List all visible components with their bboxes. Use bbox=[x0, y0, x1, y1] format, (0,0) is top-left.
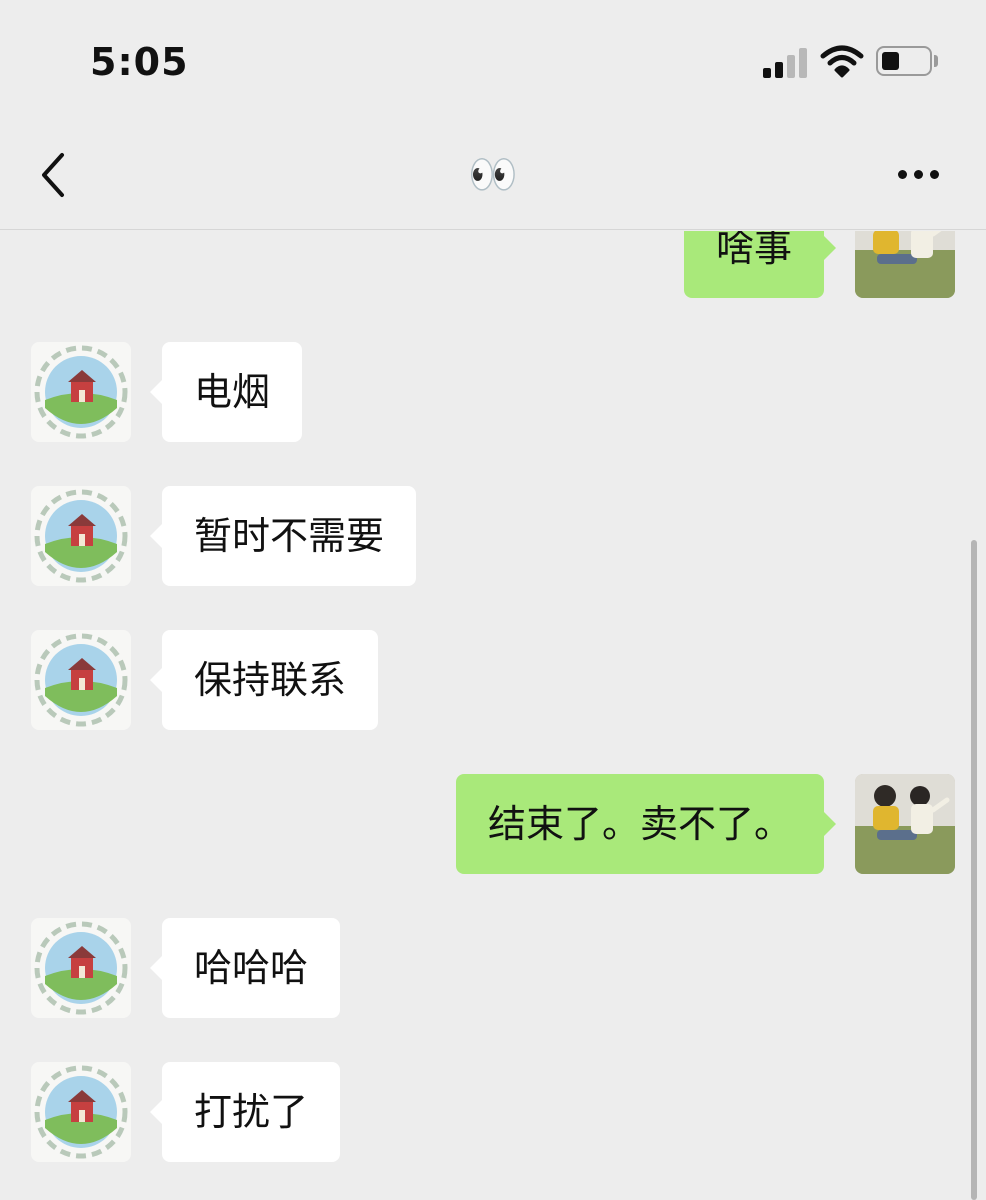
self-avatar[interactable] bbox=[855, 231, 955, 298]
message-bubble-other[interactable]: 哈哈哈 bbox=[149, 918, 341, 1018]
battery-icon bbox=[876, 46, 938, 76]
chat-title: 👀 bbox=[468, 152, 518, 198]
message-row-self: 啥事 bbox=[0, 231, 986, 298]
cellular-signal-icon bbox=[763, 48, 809, 78]
message-bubble-other[interactable]: 暂时不需要 bbox=[149, 486, 417, 586]
status-bar: 5:05 bbox=[0, 0, 986, 120]
message-row-self: 结束了。卖不了。 bbox=[0, 774, 986, 874]
message-bubble-other[interactable]: 电烟 bbox=[149, 342, 303, 442]
chat-header: 👀 bbox=[0, 120, 986, 230]
more-dots-icon[interactable] bbox=[894, 162, 944, 186]
message-bubble-other[interactable]: 打扰了 bbox=[149, 1062, 341, 1162]
contact-avatar[interactable] bbox=[31, 918, 131, 1018]
message-bubble-self[interactable]: 结束了。卖不了。 bbox=[455, 774, 837, 874]
contact-avatar[interactable] bbox=[31, 1062, 131, 1162]
message-row-other: 保持联系 bbox=[0, 630, 986, 730]
message-bubble-self[interactable]: 啥事 bbox=[683, 231, 837, 298]
message-bubble-other[interactable]: 保持联系 bbox=[149, 630, 379, 730]
message-row-other: 电烟 bbox=[0, 342, 986, 442]
message-row-other: 哈哈哈 bbox=[0, 918, 986, 1018]
scrollbar[interactable] bbox=[971, 540, 977, 1200]
message-row-other: 暂时不需要 bbox=[0, 486, 986, 586]
contact-avatar[interactable] bbox=[31, 486, 131, 586]
message-row-other: 打扰了 bbox=[0, 1062, 986, 1162]
contact-avatar[interactable] bbox=[31, 630, 131, 730]
status-time: 5:05 bbox=[90, 40, 189, 84]
wifi-icon bbox=[820, 45, 864, 78]
contact-avatar[interactable] bbox=[31, 342, 131, 442]
self-avatar[interactable] bbox=[855, 774, 955, 874]
message-list[interactable]: 啥事 电烟 暂时不需要 保持联系 结束了。卖不了。 哈哈哈 打扰了 bbox=[0, 231, 986, 1200]
